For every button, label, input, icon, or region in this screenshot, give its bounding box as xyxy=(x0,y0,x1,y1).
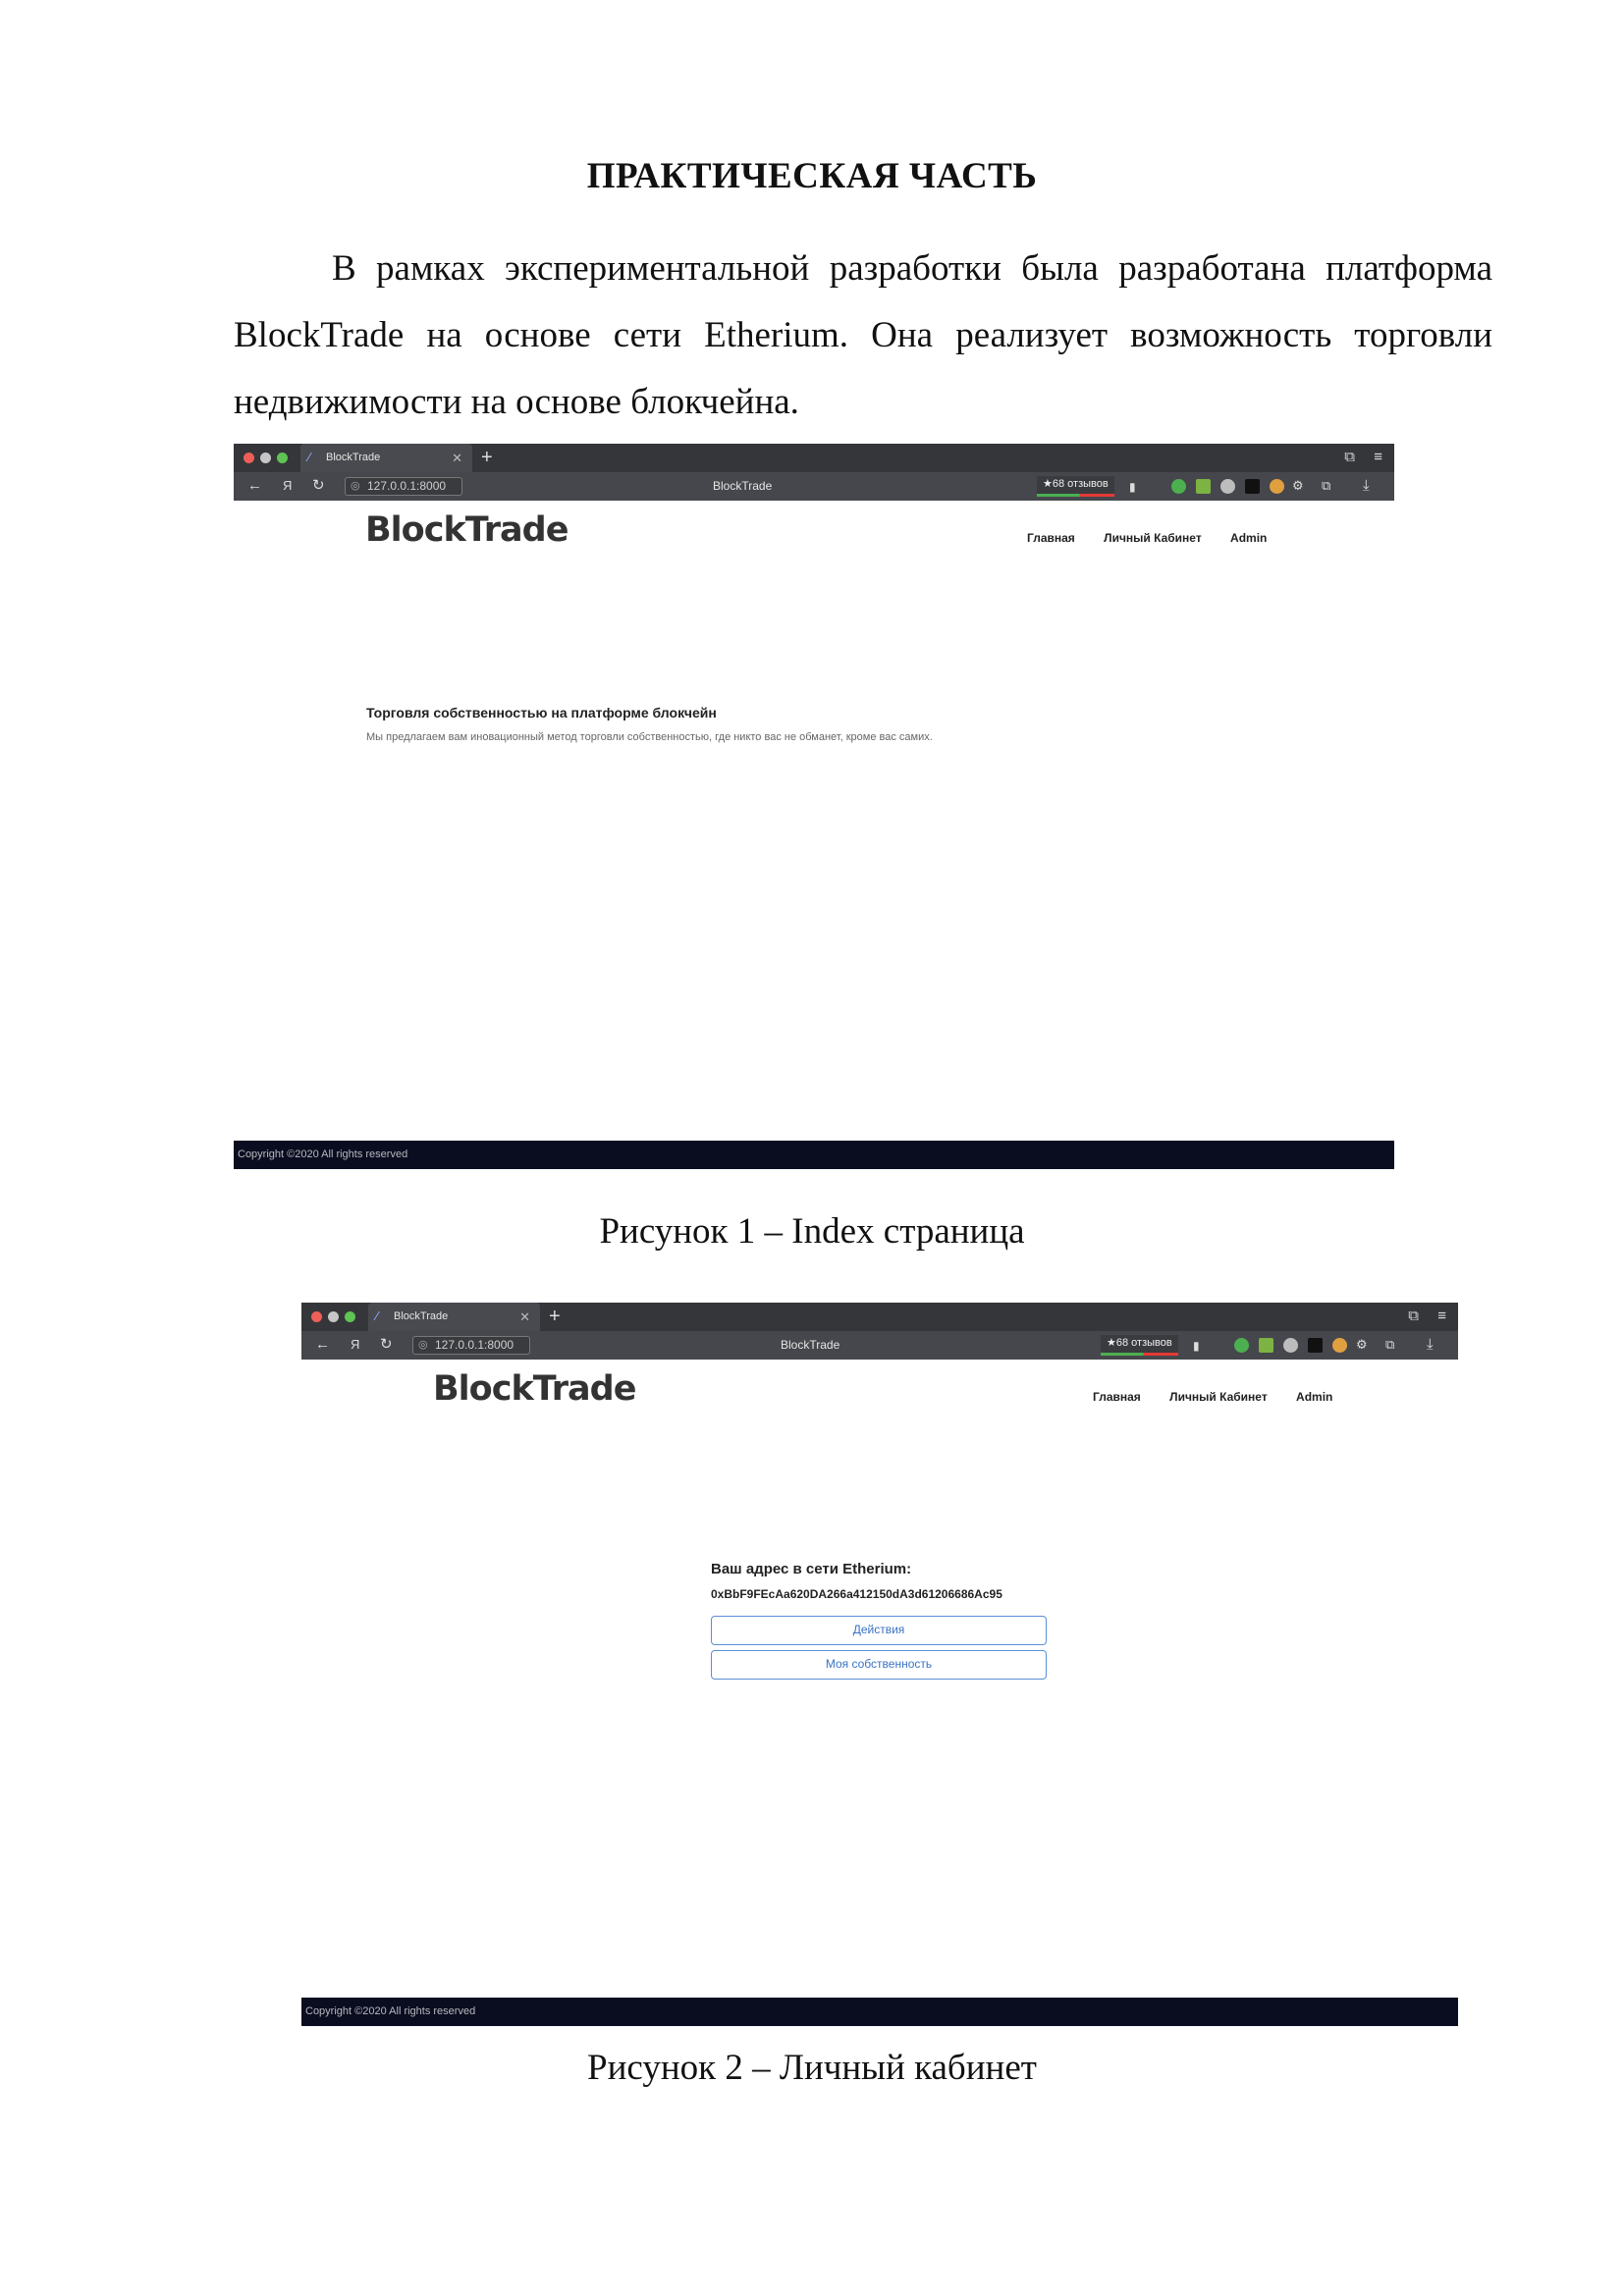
actions-button[interactable]: Действия xyxy=(711,1616,1047,1645)
back-arrow-icon[interactable]: ← xyxy=(315,1335,330,1355)
extension-download-icon[interactable] xyxy=(1196,479,1211,494)
yandex-icon[interactable]: Я xyxy=(351,1335,359,1355)
maximize-window-icon[interactable] xyxy=(345,1311,355,1322)
figure-2-screenshot: ∕ BlockTrade ✕ + ⧉ ≡ ← Я ↻ ◎ 127.0.0.1:8… xyxy=(301,1303,1458,2027)
browser-nav-bar: ← Я ↻ ◎ 127.0.0.1:8000 BlockTrade ★68 от… xyxy=(301,1331,1458,1360)
url-text: 127.0.0.1:8000 xyxy=(435,1338,514,1352)
nav-home-link[interactable]: Главная xyxy=(1027,531,1075,545)
tabs-icon[interactable]: ⧉ xyxy=(1344,448,1355,467)
page-title: BlockTrade xyxy=(781,1338,840,1352)
site-info-icon: ◎ xyxy=(351,480,360,492)
settings-icon[interactable]: ⚙ xyxy=(1356,1335,1368,1355)
tab-title: BlockTrade xyxy=(394,1310,449,1322)
tab-close-icon[interactable]: ✕ xyxy=(519,1303,530,1331)
extension-download-icon[interactable] xyxy=(1259,1338,1273,1353)
address-value: 0xBbF9FEcAa620DA266a412150dA3d61206686Ac… xyxy=(711,1587,1002,1601)
close-window-icon[interactable] xyxy=(311,1311,322,1322)
new-tab-icon[interactable]: + xyxy=(481,444,493,471)
bookmark-icon[interactable]: ▮ xyxy=(1193,1336,1200,1356)
glasses-icon[interactable] xyxy=(1308,1338,1323,1353)
globe-icon[interactable] xyxy=(1220,479,1235,494)
intro-paragraph: В рамках экспериментальной разработки бы… xyxy=(234,236,1492,436)
yandex-icon[interactable]: Я xyxy=(283,476,292,496)
figure-2-caption: Рисунок 2 – Личный кабинет xyxy=(587,2048,1037,2088)
reviews-badge[interactable]: ★68 отзывов xyxy=(1101,1335,1178,1356)
shield-icon[interactable] xyxy=(1234,1338,1249,1353)
site-info-icon: ◎ xyxy=(418,1339,428,1351)
new-tab-icon[interactable]: + xyxy=(549,1303,561,1330)
browser-tab[interactable]: ∕ BlockTrade ✕ xyxy=(368,1303,540,1331)
close-window-icon[interactable] xyxy=(244,453,254,463)
nav-admin-link[interactable]: Admin xyxy=(1296,1390,1332,1404)
reload-icon[interactable]: ↻ xyxy=(380,1335,393,1355)
back-arrow-icon[interactable]: ← xyxy=(247,476,262,496)
minimize-window-icon[interactable] xyxy=(260,453,271,463)
shield-icon[interactable] xyxy=(1171,479,1186,494)
figure-1-screenshot: ∕ BlockTrade ✕ + ⧉ ≡ ← Я ↻ ◎ 127.0.0.1:8… xyxy=(234,444,1394,1169)
site-logo[interactable]: BlockTrade xyxy=(433,1369,636,1409)
download-icon[interactable]: ⤓ xyxy=(1363,476,1370,496)
site-logo[interactable]: BlockTrade xyxy=(365,510,568,550)
reload-icon[interactable]: ↻ xyxy=(312,476,325,496)
globe-icon[interactable] xyxy=(1283,1338,1298,1353)
intro-text: В рамках экспериментальной разработки бы… xyxy=(234,248,1492,422)
figure-1-caption: Рисунок 1 – Index страница xyxy=(599,1211,1025,1252)
glasses-icon[interactable] xyxy=(1245,479,1260,494)
site-footer: Copyright ©2020 All rights reserved xyxy=(234,1141,1394,1169)
hero-heading: Торговля собственностью на платформе бло… xyxy=(366,705,717,721)
site-nav: Главная Личный Кабинет Admin xyxy=(1001,531,1267,545)
favicon-icon: ∕ xyxy=(376,1308,379,1323)
url-text: 127.0.0.1:8000 xyxy=(367,479,447,493)
browser-tab[interactable]: ∕ BlockTrade ✕ xyxy=(300,444,472,472)
favicon-icon: ∕ xyxy=(308,450,311,464)
bookmark-icon[interactable]: ▮ xyxy=(1129,477,1136,497)
settings-icon[interactable]: ⚙ xyxy=(1292,476,1304,496)
site-footer: Copyright ©2020 All rights reserved xyxy=(301,1998,1458,2026)
menu-icon[interactable]: ≡ xyxy=(1374,448,1382,467)
browser-nav-bar: ← Я ↻ ◎ 127.0.0.1:8000 BlockTrade ★68 от… xyxy=(234,472,1394,501)
site-nav: Главная Личный Кабинет Admin xyxy=(1067,1390,1332,1404)
address-label: Ваш адрес в сети Etherium: xyxy=(711,1561,912,1577)
browser-tab-bar: ∕ BlockTrade ✕ + ⧉ ≡ xyxy=(301,1303,1458,1331)
hero-text: Мы предлагаем вам иновационный метод тор… xyxy=(366,731,933,743)
translate-icon[interactable]: ⧉ xyxy=(1322,476,1330,496)
browser-tab-bar: ∕ BlockTrade ✕ + ⧉ ≡ xyxy=(234,444,1394,472)
maximize-window-icon[interactable] xyxy=(277,453,288,463)
url-field[interactable]: ◎ 127.0.0.1:8000 xyxy=(412,1336,530,1355)
cookie-icon[interactable] xyxy=(1332,1338,1347,1353)
tab-close-icon[interactable]: ✕ xyxy=(452,444,462,472)
page-title: BlockTrade xyxy=(713,479,773,493)
url-field[interactable]: ◎ 127.0.0.1:8000 xyxy=(345,477,462,496)
nav-cabinet-link[interactable]: Личный Кабинет xyxy=(1169,1390,1268,1404)
tab-title: BlockTrade xyxy=(326,452,381,463)
my-property-button[interactable]: Моя собственность xyxy=(711,1650,1047,1680)
tabs-icon[interactable]: ⧉ xyxy=(1408,1307,1419,1326)
nav-cabinet-link[interactable]: Личный Кабинет xyxy=(1104,531,1202,545)
download-icon[interactable]: ⤓ xyxy=(1427,1335,1434,1355)
minimize-window-icon[interactable] xyxy=(328,1311,339,1322)
nav-home-link[interactable]: Главная xyxy=(1093,1390,1141,1404)
translate-icon[interactable]: ⧉ xyxy=(1385,1335,1394,1355)
reviews-badge[interactable]: ★68 отзывов xyxy=(1037,476,1114,497)
section-title: ПРАКТИЧЕСКАЯ ЧАСТЬ xyxy=(586,156,1038,196)
menu-icon[interactable]: ≡ xyxy=(1437,1307,1446,1326)
nav-admin-link[interactable]: Admin xyxy=(1230,531,1267,545)
cookie-icon[interactable] xyxy=(1270,479,1284,494)
